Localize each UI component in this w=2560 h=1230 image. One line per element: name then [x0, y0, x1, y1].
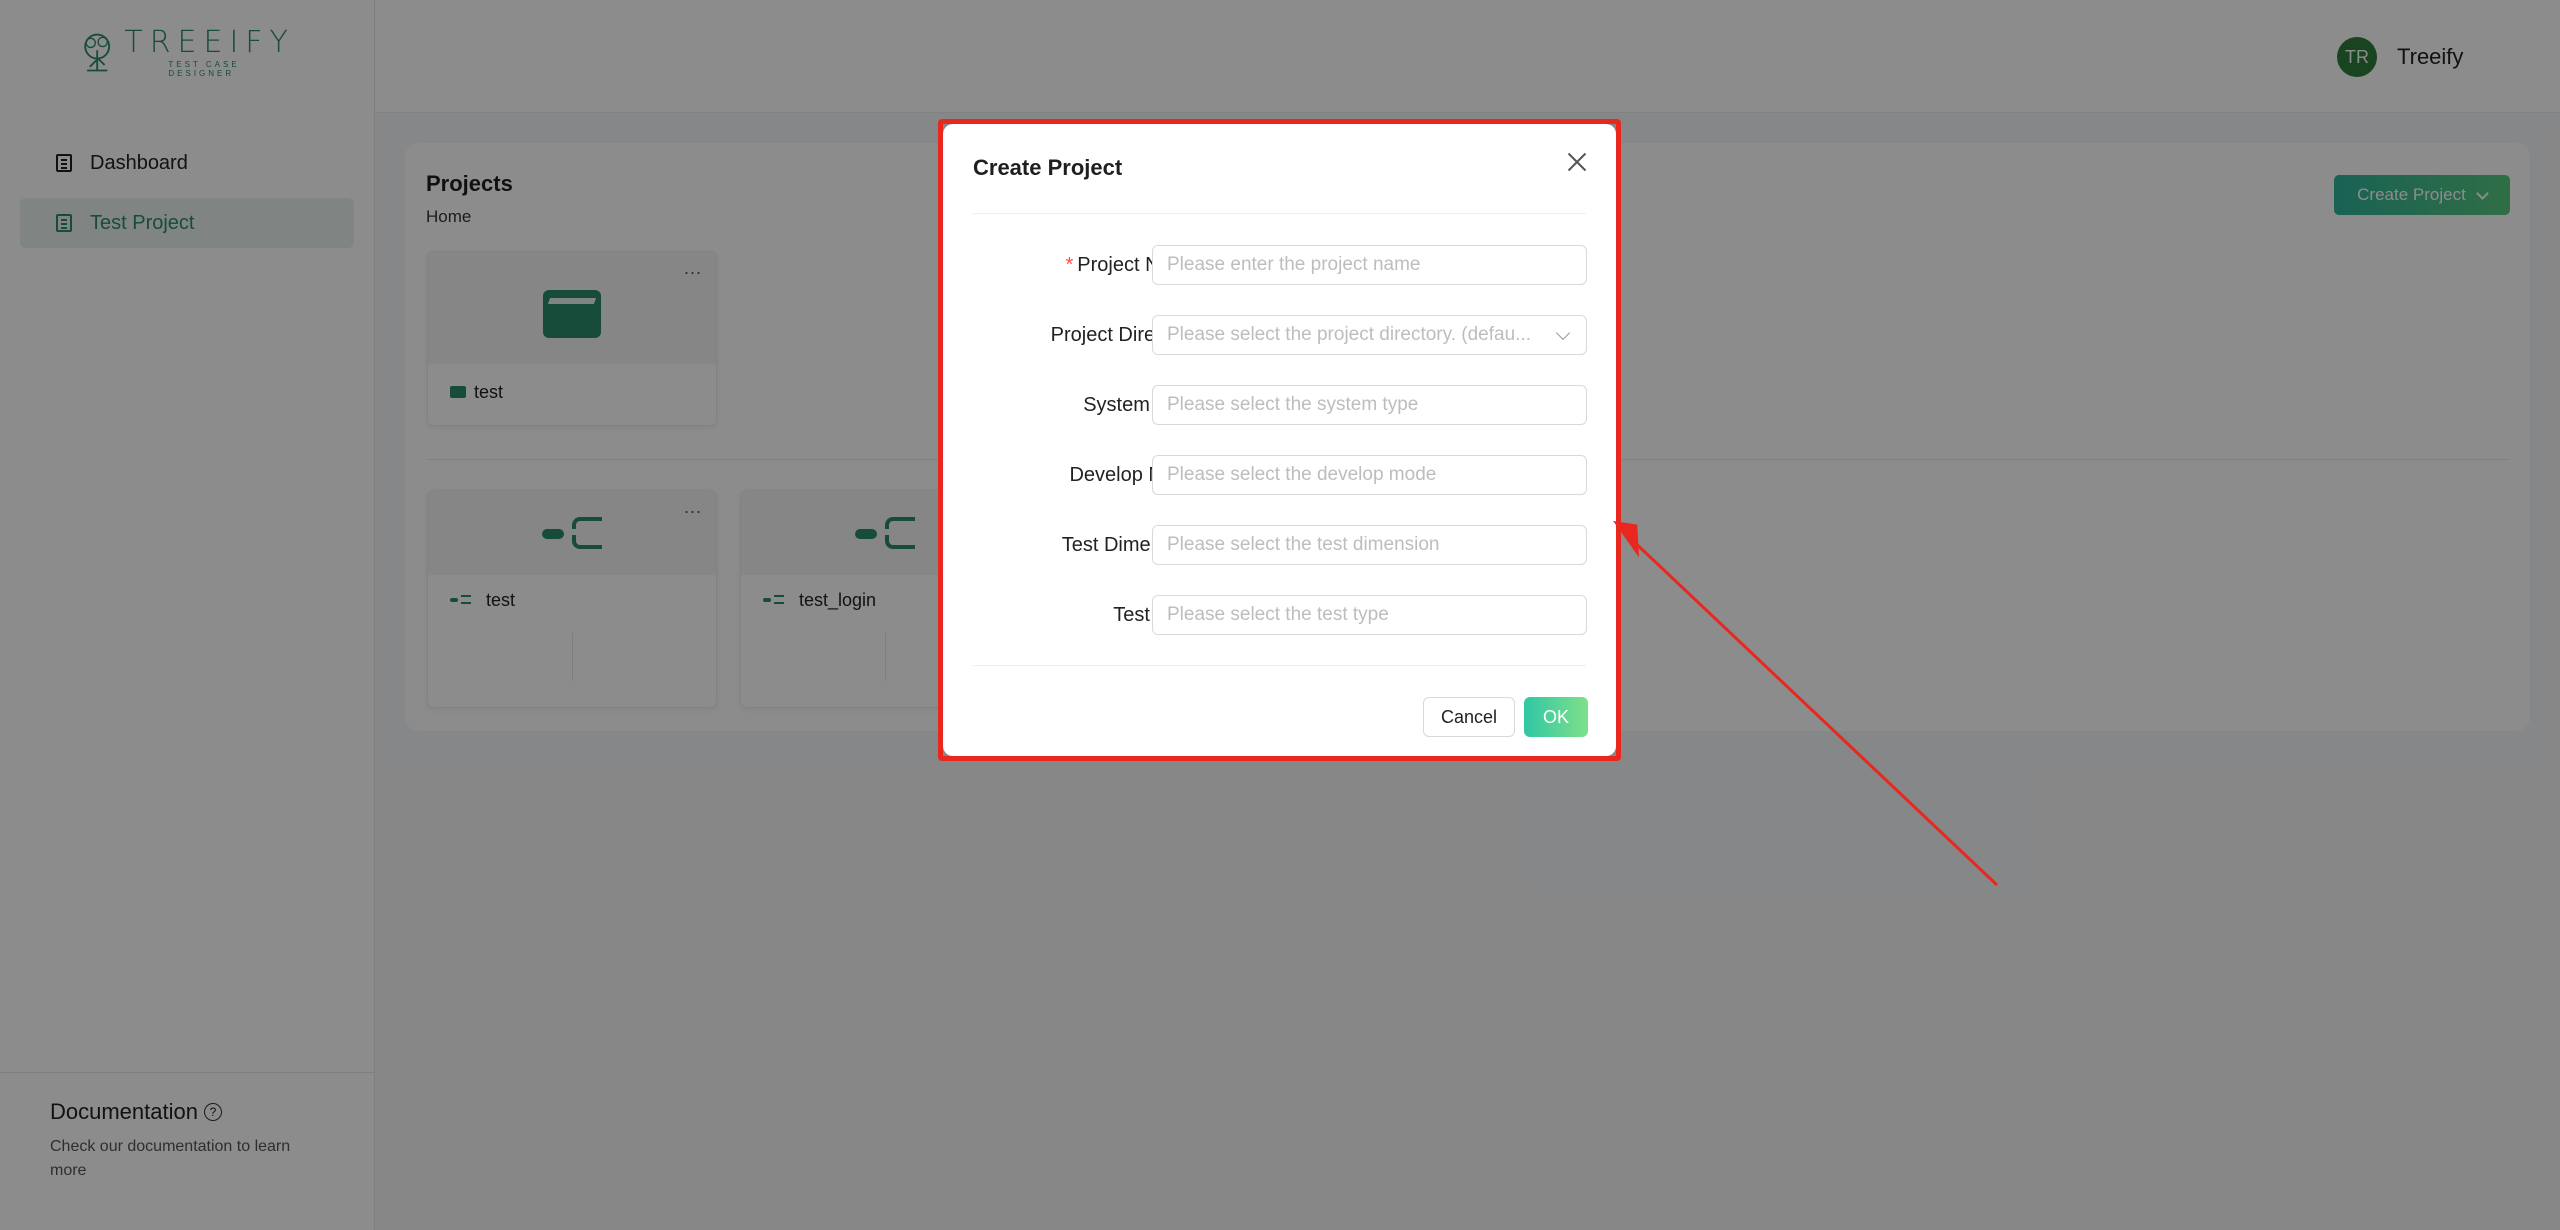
arrow-annotation: [1613, 520, 1999, 887]
highlight-frame: [938, 119, 1621, 761]
